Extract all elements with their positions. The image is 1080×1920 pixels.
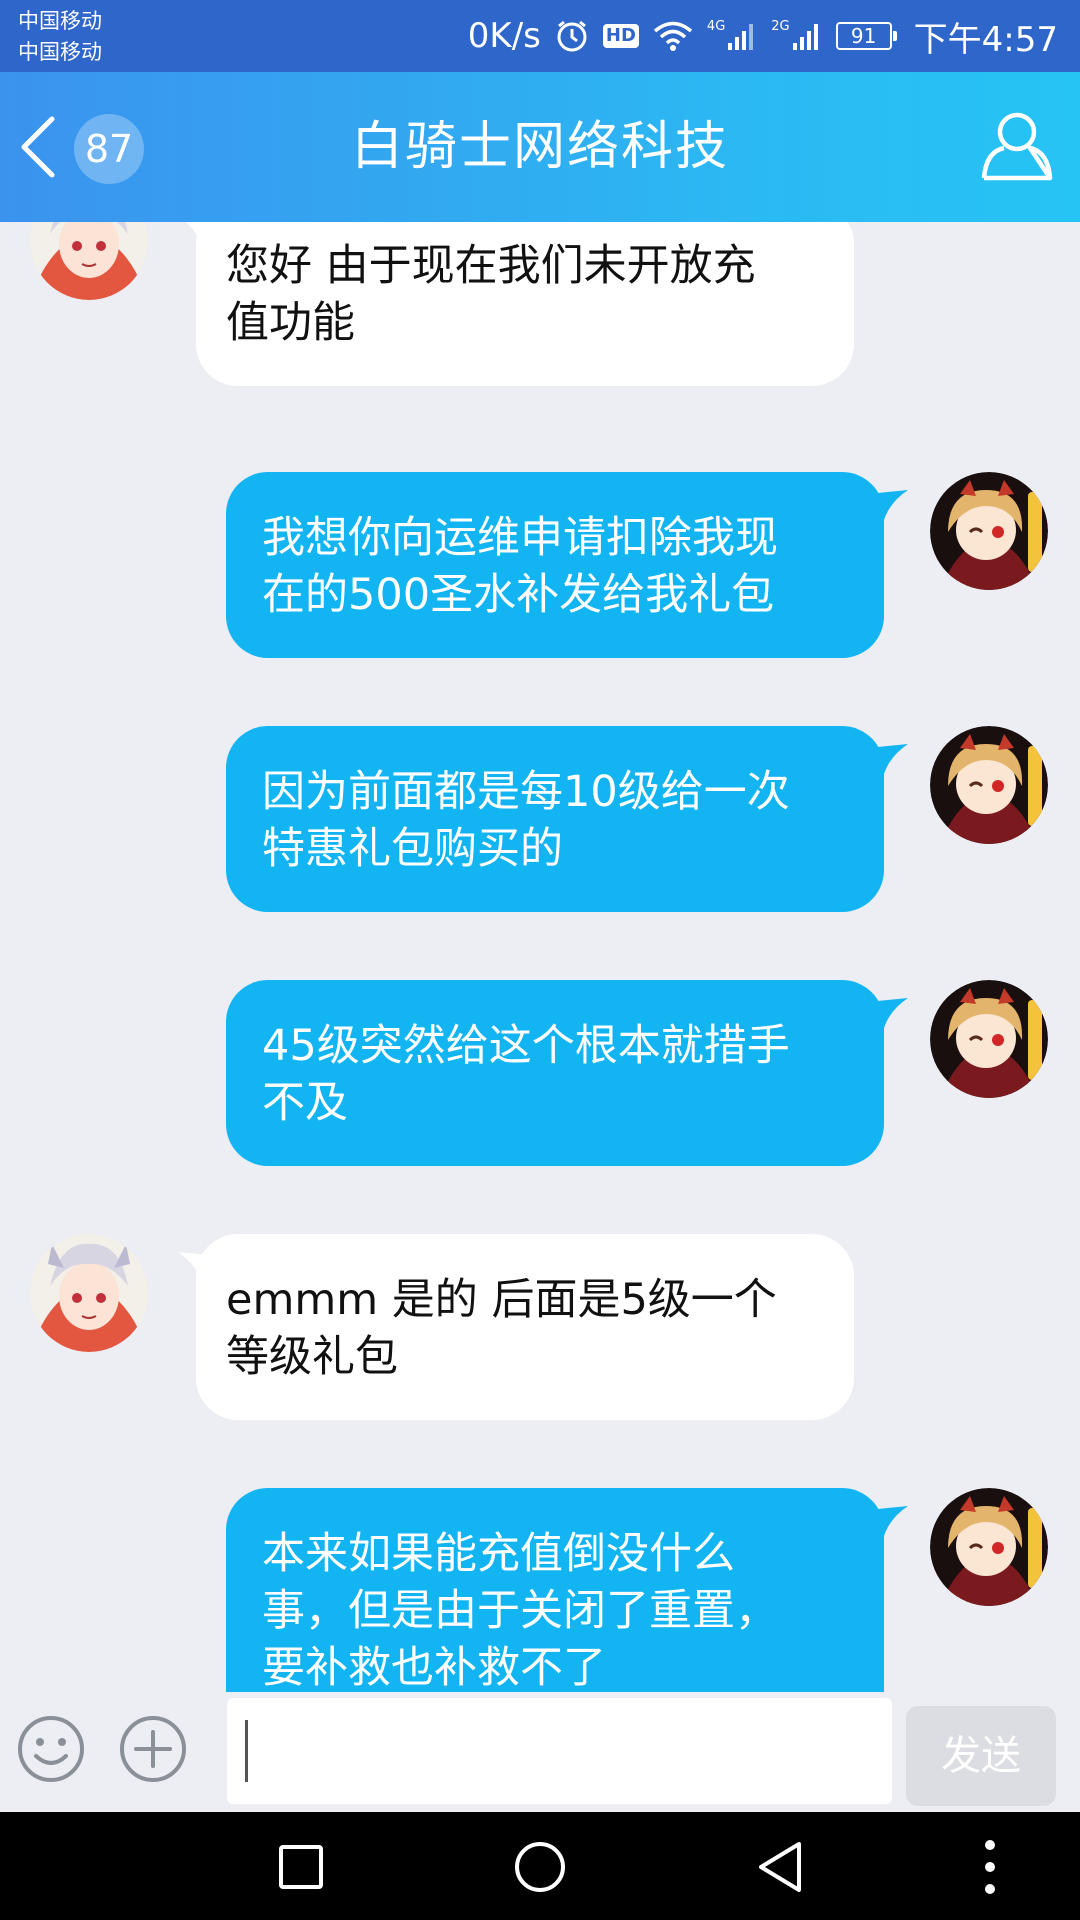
emoji-icon[interactable]	[16, 1714, 86, 1784]
user-avatar[interactable]	[930, 726, 1048, 844]
message-row: 我想你向运维申请扣除我现 在的500圣水补发给我礼包	[0, 472, 1080, 672]
message-text: 不及	[262, 1078, 348, 1128]
profile-icon[interactable]	[980, 108, 1054, 182]
contact-avatar[interactable]	[30, 1234, 148, 1352]
plus-circle-icon[interactable]	[118, 1714, 188, 1784]
text-caret	[245, 1720, 248, 1782]
message-text: 值功能	[226, 298, 355, 348]
message-bubble[interactable]: 您好 由于现在我们未开放充 值功能	[196, 222, 854, 386]
carrier-1: 中国移动	[18, 9, 102, 33]
home-circle-icon	[515, 1842, 565, 1892]
carrier-info: 中国移动 中国移动	[18, 6, 102, 68]
message-text: emmm 是的 后面是5级一个	[226, 1275, 777, 1325]
message-bubble[interactable]: 因为前面都是每10级给一次 特惠礼包购买的	[226, 726, 884, 912]
message-input[interactable]	[227, 1698, 892, 1804]
alarm-icon	[557, 20, 587, 52]
user-avatar[interactable]	[930, 1488, 1048, 1606]
message-text: 您好 由于现在我们未开放充	[226, 241, 756, 291]
net-2g-label: 2G	[771, 18, 790, 34]
net-4g-label: 4G	[706, 18, 726, 34]
status-bar: 中国移动 中国移动 0K/s HD 4G 2G 91 下午4:57	[0, 0, 1080, 72]
message-text: 事，但是由于关闭了重置，	[262, 1586, 778, 1636]
battery-icon: 91	[835, 22, 897, 50]
message-text: 45级突然给这个根本就措手	[262, 1021, 790, 1071]
back-triangle-icon	[759, 1842, 801, 1892]
message-row: emmm 是的 后面是5级一个 等级礼包	[0, 1234, 1080, 1434]
status-time: 下午4:57	[913, 19, 1058, 60]
chat-header: 87 白骑士网络科技	[0, 72, 1080, 222]
message-text: 因为前面都是每10级给一次	[262, 767, 790, 817]
message-list[interactable]: 您好 由于现在我们未开放充 值功能 我想你向运维申请扣除我现 在的500圣水补发…	[0, 222, 1080, 1692]
input-bar: 发送	[0, 1692, 1080, 1812]
message-bubble[interactable]: 本来如果能充值倒没什么 事，但是由于关闭了重置， 要补救也补救不了	[226, 1488, 884, 1692]
contact-avatar[interactable]	[30, 222, 148, 300]
message-text: 我想你向运维申请扣除我现	[262, 513, 778, 563]
nav-back-button[interactable]	[745, 1832, 815, 1902]
message-text: 等级礼包	[226, 1332, 398, 1382]
signal-icon	[728, 24, 754, 50]
home-button[interactable]	[505, 1832, 575, 1902]
message-row: 您好 由于现在我们未开放充 值功能	[0, 222, 1080, 412]
message-text: 特惠礼包购买的	[262, 824, 563, 874]
message-row: 因为前面都是每10级给一次 特惠礼包购买的	[0, 726, 1080, 926]
chat-title: 白骑士网络科技	[350, 117, 729, 177]
message-bubble[interactable]: 45级突然给这个根本就措手 不及	[226, 980, 884, 1166]
recents-square-icon	[279, 1845, 323, 1889]
more-dots-icon	[985, 1840, 995, 1894]
message-row: 45级突然给这个根本就措手 不及	[0, 980, 1080, 1180]
wifi-icon	[653, 21, 693, 51]
message-text: 要补救也补救不了	[262, 1643, 606, 1692]
hd-badge: HD	[602, 24, 639, 48]
message-text: 在的500圣水补发给我礼包	[262, 570, 775, 620]
message-row: 本来如果能充值倒没什么 事，但是由于关闭了重置， 要补救也补救不了	[0, 1488, 1080, 1692]
status-indicators: 0K/s HD 4G 2G 91 下午4:57	[468, 0, 1058, 72]
system-nav-bar	[0, 1812, 1080, 1920]
send-button[interactable]: 发送	[906, 1706, 1056, 1806]
recents-button[interactable]	[266, 1832, 336, 1902]
user-avatar[interactable]	[930, 980, 1048, 1098]
more-button[interactable]	[955, 1832, 1025, 1902]
signal-icon-2	[792, 24, 818, 50]
message-text: 本来如果能充值倒没什么	[262, 1529, 735, 1579]
user-avatar[interactable]	[930, 472, 1048, 590]
carrier-2: 中国移动	[18, 40, 102, 64]
message-bubble[interactable]: 我想你向运维申请扣除我现 在的500圣水补发给我礼包	[226, 472, 884, 658]
message-bubble[interactable]: emmm 是的 后面是5级一个 等级礼包	[196, 1234, 854, 1420]
net-speed: 0K/s	[467, 16, 541, 56]
